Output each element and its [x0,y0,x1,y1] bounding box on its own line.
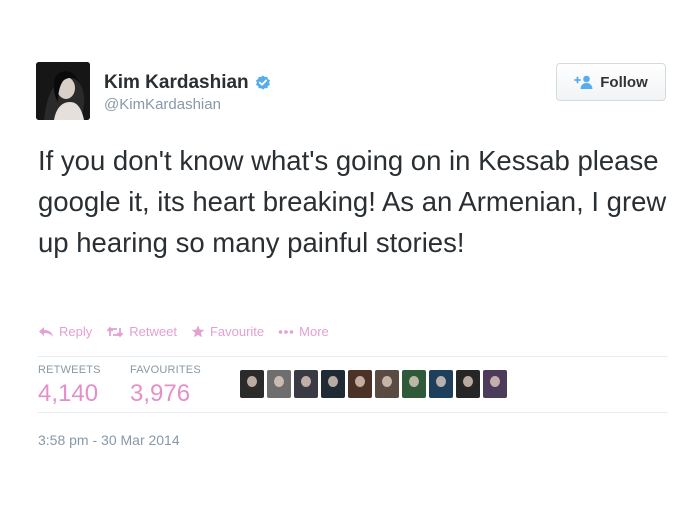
retweets-stat[interactable]: RETWEETS 4,140 [38,364,101,408]
favourites-stat[interactable]: FAVOURITES 3,976 [130,364,201,408]
star-icon [191,325,205,338]
tweet-timestamp[interactable]: 3:58 pm - 30 Mar 2014 [38,432,180,448]
favourite-action[interactable]: Favourite [191,324,264,339]
favourites-stat-label: FAVOURITES [130,364,201,376]
retweets-stat-value: 4,140 [38,380,99,407]
favouriter-avatar[interactable] [456,370,480,398]
reply-label: Reply [59,324,93,339]
avatar[interactable] [36,62,90,120]
favourite-label: Favourite [209,324,265,339]
stats-bottom-divider [38,412,668,413]
tweet-card: Kim Kardashian @KimKardashian Follow If … [0,0,686,515]
user-handle[interactable]: @KimKardashian [104,96,221,113]
retweet-action[interactable]: Retweet [106,324,177,339]
favouriter-avatar[interactable] [267,370,291,398]
user-name-row[interactable]: Kim Kardashian [104,72,271,94]
reply-icon [39,326,53,337]
favouriter-avatar[interactable] [321,370,345,398]
retweets-stat-label: RETWEETS [38,364,101,376]
favouriter-avatar[interactable] [348,370,372,398]
more-action[interactable]: More [278,324,329,339]
verified-badge-icon [255,75,271,91]
stats-top-divider [38,356,668,357]
more-dots-icon [278,329,294,334]
favouriter-avatar[interactable] [402,370,426,398]
reply-action[interactable]: Reply [38,324,92,339]
tweet-actions: Reply Retweet Favourite More [38,324,329,339]
retweet-label: Retweet [129,324,177,339]
more-label: More [299,324,329,339]
favouriter-avatar[interactable] [294,370,318,398]
follow-button[interactable]: Follow [556,63,666,101]
follow-button-label: Follow [600,73,648,91]
favouriter-avatar[interactable] [240,370,264,398]
favouriter-avatar[interactable] [375,370,399,398]
tweet-text: If you don't know what's going on in Kes… [38,145,667,258]
user-name[interactable]: Kim Kardashian [104,72,249,94]
add-user-icon [574,74,594,90]
avatar-image [36,62,90,120]
favouriters-avatar-list [240,370,507,398]
favourites-stat-value: 3,976 [130,380,191,407]
favouriter-avatar[interactable] [483,370,507,398]
retweet-icon [107,326,124,337]
favouriter-avatar[interactable] [429,370,453,398]
